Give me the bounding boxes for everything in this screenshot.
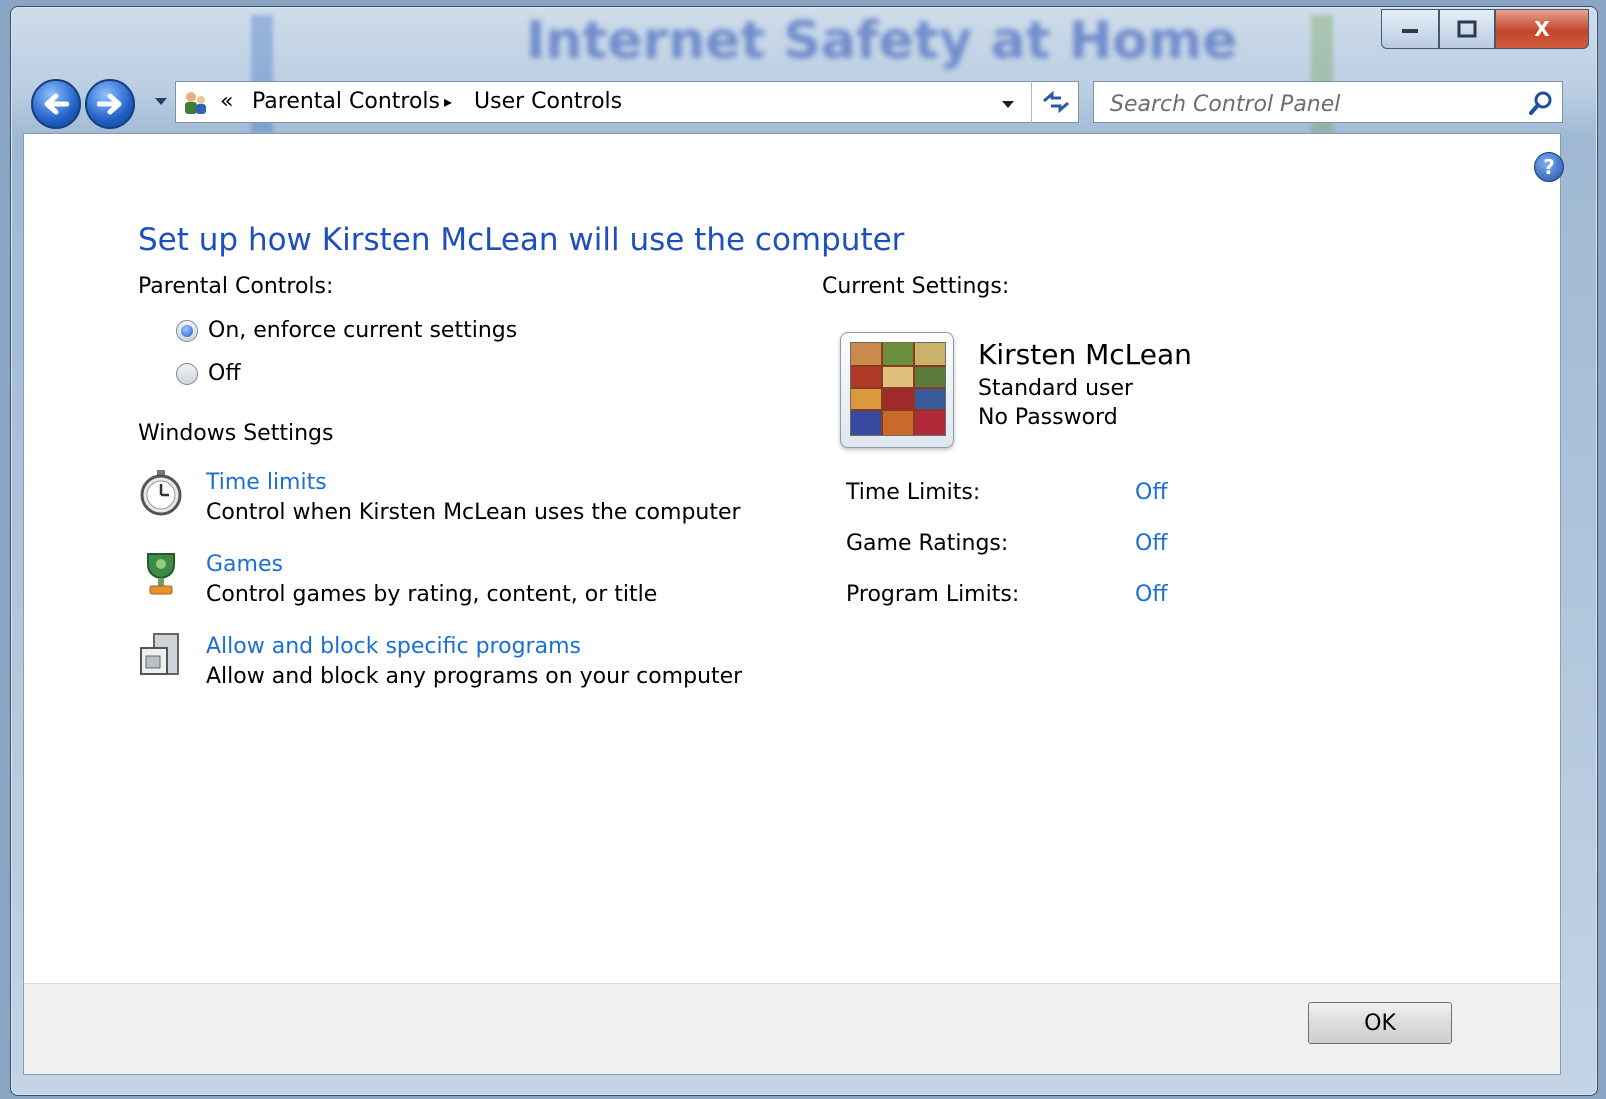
breadcrumb-separator[interactable]: ▸ xyxy=(444,82,452,122)
programs-icon xyxy=(140,633,179,675)
chevron-down-icon xyxy=(1002,101,1014,108)
address-overflow-chevron[interactable]: « xyxy=(220,82,233,122)
time-limits-link[interactable]: Time limits xyxy=(206,468,741,498)
close-button[interactable]: X xyxy=(1495,9,1589,49)
user-account-type: Standard user xyxy=(978,376,1134,401)
background-window-title: Internet Safety at Home xyxy=(526,11,1238,71)
time-limits-description: Control when Kirsten McLean uses the com… xyxy=(206,500,741,525)
setting-label-time-limits: Time Limits: xyxy=(846,480,981,505)
radio-parental-on[interactable]: On, enforce current settings xyxy=(176,318,517,343)
parental-controls-window: Internet Safety at Home X « Parental Con… xyxy=(10,6,1598,1096)
allow-block-programs-description: Allow and block any programs on your com… xyxy=(206,664,743,689)
breadcrumb-parental-controls[interactable]: Parental Controls xyxy=(252,82,440,122)
close-icon: X xyxy=(1534,17,1550,41)
help-icon: ? xyxy=(1543,155,1555,179)
games-description: Control games by rating, content, or tit… xyxy=(206,582,658,607)
setting-value-program-limits[interactable]: Off xyxy=(1135,582,1167,607)
radio-off-label[interactable]: Off xyxy=(208,361,240,386)
task-games: Games Control games by rating, content, … xyxy=(138,550,657,610)
window-controls: X xyxy=(1381,9,1589,49)
radio-on-label[interactable]: On, enforce current settings xyxy=(208,318,517,343)
content-pane: ? Set up how Kirsten McLean will use the… xyxy=(23,133,1564,985)
refresh-icon xyxy=(1043,90,1069,114)
chevron-down-icon xyxy=(155,98,167,105)
maximize-button[interactable] xyxy=(1439,9,1495,49)
user-password-status: No Password xyxy=(978,405,1118,430)
address-history-button[interactable] xyxy=(1001,95,1015,114)
windows-settings-label: Windows Settings xyxy=(138,421,334,446)
recent-pages-button[interactable] xyxy=(154,95,168,111)
setting-value-time-limits[interactable]: Off xyxy=(1135,480,1167,505)
user-picture xyxy=(850,342,946,436)
minimize-button[interactable] xyxy=(1381,9,1439,49)
avatar xyxy=(840,332,954,448)
back-arrow-icon xyxy=(44,93,69,115)
search-icon[interactable] xyxy=(1528,90,1554,116)
address-bar[interactable]: « Parental Controls ▸ User Controls xyxy=(175,81,1079,123)
user-name: Kirsten McLean xyxy=(978,338,1192,371)
setting-label-game-ratings: Game Ratings: xyxy=(846,531,1009,556)
forward-button[interactable] xyxy=(85,79,135,129)
task-time-limits: Time limits Control when Kirsten McLean … xyxy=(138,468,741,528)
back-button[interactable] xyxy=(31,79,81,129)
forward-arrow-icon xyxy=(97,93,122,115)
search-input[interactable] xyxy=(1108,90,1512,118)
help-button[interactable]: ? xyxy=(1534,152,1564,182)
ok-button[interactable]: OK xyxy=(1308,1002,1452,1044)
allow-block-programs-link[interactable]: Allow and block specific programs xyxy=(206,632,742,662)
parental-controls-icon xyxy=(185,92,206,114)
radio-selected-indicator[interactable] xyxy=(176,319,198,342)
maximize-icon xyxy=(1457,20,1477,38)
parental-controls-label: Parental Controls: xyxy=(138,274,334,299)
stopwatch-icon xyxy=(140,470,182,516)
setting-label-program-limits: Program Limits: xyxy=(846,582,1020,607)
radio-indicator[interactable] xyxy=(176,362,198,385)
minimize-icon xyxy=(1402,29,1418,33)
task-allow-block-programs: Allow and block specific programs Allow … xyxy=(138,632,742,692)
page-title: Set up how Kirsten McLean will use the c… xyxy=(138,222,905,258)
trophy-icon xyxy=(147,553,175,595)
radio-parental-off[interactable]: Off xyxy=(176,361,240,386)
games-link[interactable]: Games xyxy=(206,550,657,580)
refresh-button[interactable] xyxy=(1031,81,1080,123)
dialog-footer: OK xyxy=(23,983,1561,1075)
search-box[interactable] xyxy=(1093,81,1563,123)
breadcrumb-user-controls[interactable]: User Controls xyxy=(474,82,622,122)
setting-value-game-ratings[interactable]: Off xyxy=(1135,531,1167,556)
current-settings-label: Current Settings: xyxy=(822,274,1010,299)
